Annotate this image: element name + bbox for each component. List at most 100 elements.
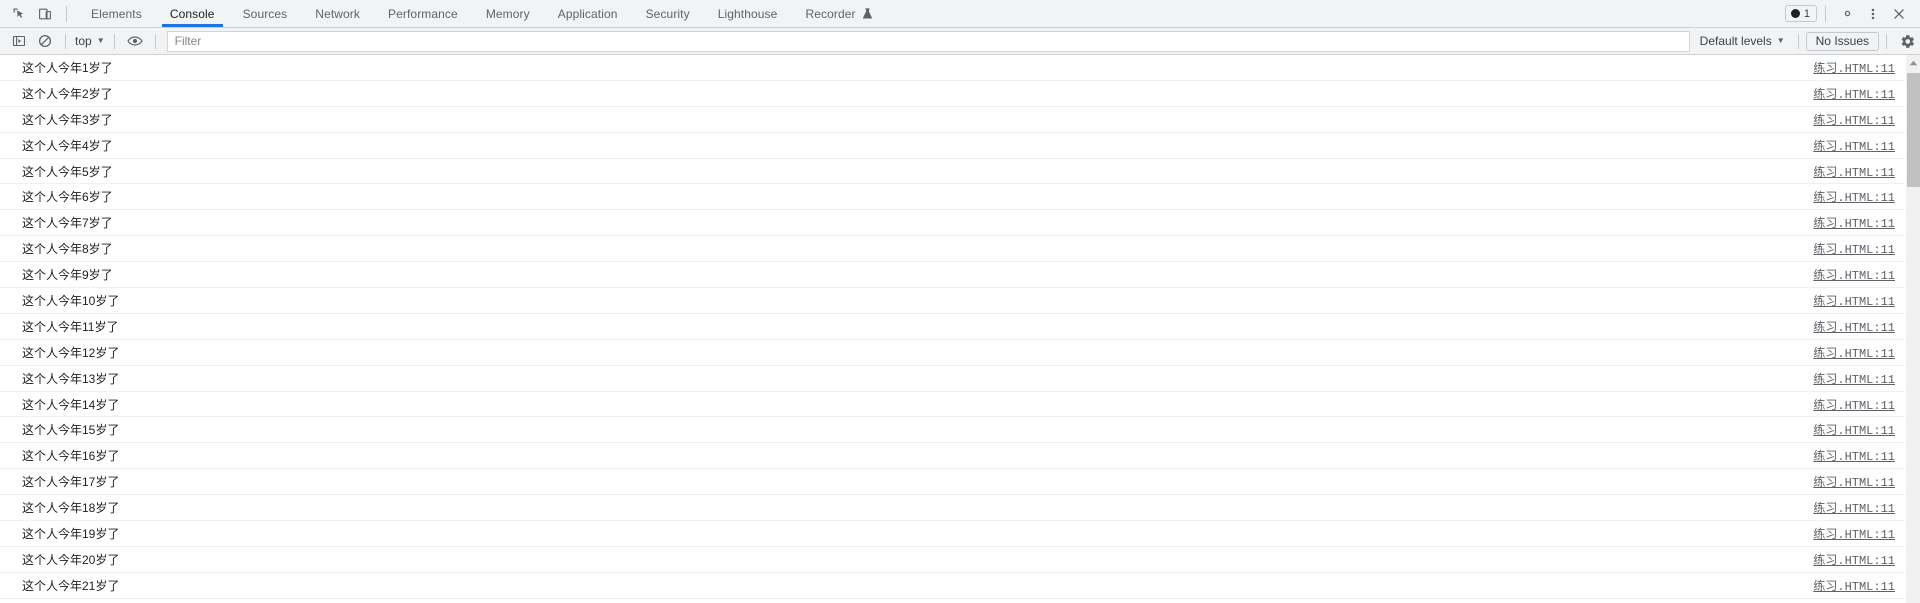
console-sidebar-icon[interactable] <box>6 30 32 52</box>
console-message-source-link[interactable]: 练习.HTML:11 <box>1813 163 1895 180</box>
console-message-source-link[interactable]: 练习.HTML:11 <box>1813 59 1895 76</box>
console-message-source-link[interactable]: 练习.HTML:11 <box>1813 111 1895 128</box>
console-message-source-link[interactable]: 练习.HTML:11 <box>1813 525 1895 542</box>
console-message-source-link[interactable]: 练习.HTML:11 <box>1813 292 1895 309</box>
console-message-row: 这个人今年3岁了 练习.HTML:11 <box>0 107 1905 133</box>
console-message-source-link[interactable]: 练习.HTML:11 <box>1813 473 1895 490</box>
tabbar-right-controls: 1 <box>1784 0 1920 27</box>
panel-tabs: Elements Console Sources Network Perform… <box>77 0 887 27</box>
tab-elements[interactable]: Elements <box>77 0 156 27</box>
console-settings-gear-icon[interactable] <box>1894 30 1920 52</box>
filter-field-wrapper[interactable] <box>166 30 1690 52</box>
console-message-row: 这个人今年14岁了 练习.HTML:11 <box>0 392 1905 418</box>
console-toolbar: top ▼ Default levels ▼ No Issues <box>0 28 1920 55</box>
console-message-row: 这个人今年1岁了 练习.HTML:11 <box>0 55 1905 81</box>
chevron-down-icon: ▼ <box>1776 36 1785 45</box>
filter-input[interactable] <box>167 31 1689 51</box>
tabbar-divider <box>66 5 67 22</box>
issues-count-badge[interactable]: 1 <box>1784 5 1817 22</box>
console-message-source-link[interactable]: 练习.HTML:11 <box>1813 85 1895 102</box>
console-message-source-link[interactable]: 练习.HTML:11 <box>1813 344 1895 361</box>
scroll-up-arrow-icon[interactable] <box>1906 55 1920 71</box>
issues-count-label: 1 <box>1803 7 1810 20</box>
issue-dot-icon <box>1790 9 1800 18</box>
console-message-source-link[interactable]: 练习.HTML:11 <box>1813 499 1895 516</box>
tab-lighthouse[interactable]: Lighthouse <box>704 0 792 27</box>
tab-sources-label: Sources <box>242 6 288 21</box>
console-message-text: 这个人今年20岁了 <box>22 552 120 567</box>
tab-performance[interactable]: Performance <box>374 0 472 27</box>
console-message-area: 这个人今年1岁了 练习.HTML:11 这个人今年2岁了 练习.HTML:11 这个人今… <box>0 55 1920 603</box>
console-message-text: 这个人今年15岁了 <box>22 423 120 438</box>
execution-context-selector[interactable]: top ▼ <box>73 34 107 48</box>
console-message-row: 这个人今年10岁了 练习.HTML:11 <box>0 288 1905 314</box>
tabbar-left-icons <box>0 0 75 27</box>
tab-network[interactable]: Network <box>301 0 374 27</box>
tab-application-label: Application <box>557 6 618 21</box>
tab-recorder[interactable]: Recorder <box>791 0 886 27</box>
console-toolbar-divider-2 <box>113 33 115 49</box>
no-issues-button[interactable]: No Issues <box>1805 31 1879 51</box>
console-message-list: 这个人今年1岁了 练习.HTML:11 这个人今年2岁了 练习.HTML:11 这个人今… <box>0 55 1905 603</box>
console-message-row: 这个人今年8岁了 练习.HTML:11 <box>0 236 1905 263</box>
console-message-row: 这个人今年18岁了 练习.HTML:11 <box>0 495 1905 522</box>
console-message-source-link[interactable]: 练习.HTML:11 <box>1813 447 1895 464</box>
tab-application[interactable]: Application <box>544 0 632 27</box>
console-message-source-link[interactable]: 练习.HTML:11 <box>1813 318 1895 335</box>
console-toolbar-divider-4 <box>1797 33 1799 49</box>
console-message-row: 这个人今年15岁了 练习.HTML:11 <box>0 417 1905 444</box>
console-message-source-link[interactable]: 练习.HTML:11 <box>1813 240 1895 257</box>
console-message-text: 这个人今年21岁了 <box>22 578 120 593</box>
console-message-source-link[interactable]: 练习.HTML:11 <box>1813 266 1895 283</box>
tab-console-label: Console <box>169 6 215 21</box>
console-message-text: 这个人今年5岁了 <box>22 164 113 179</box>
console-message-row: 这个人今年7岁了 练习.HTML:11 <box>0 210 1905 237</box>
inspect-element-icon[interactable] <box>6 1 32 27</box>
gear-icon[interactable] <box>1834 1 1860 27</box>
console-message-source-link[interactable]: 练习.HTML:11 <box>1813 577 1895 594</box>
console-message-row: 这个人今年20岁了 练习.HTML:11 <box>0 547 1905 573</box>
tab-console[interactable]: Console <box>156 0 229 27</box>
devtools-tabbar: Elements Console Sources Network Perform… <box>0 0 1920 28</box>
console-message-row: 这个人今年4岁了 练习.HTML:11 <box>0 133 1905 159</box>
experimental-flask-icon <box>862 7 873 20</box>
tabbar-right-divider <box>1825 5 1826 22</box>
console-message-text: 这个人今年6岁了 <box>22 190 113 205</box>
console-message-source-link[interactable]: 练习.HTML:11 <box>1813 396 1895 413</box>
clear-console-icon[interactable] <box>32 30 58 52</box>
console-message-source-link[interactable]: 练习.HTML:11 <box>1813 551 1895 568</box>
scrollbar-thumb[interactable] <box>1907 73 1920 187</box>
tab-memory-label: Memory <box>485 6 530 21</box>
console-message-row: 这个人今年5岁了 练习.HTML:11 <box>0 159 1905 185</box>
console-message-text: 这个人今年17岁了 <box>22 475 120 490</box>
tab-sources[interactable]: Sources <box>229 0 302 27</box>
console-toolbar-divider-1 <box>65 33 66 49</box>
console-message-row: 这个人今年11岁了 练习.HTML:11 <box>0 314 1905 340</box>
console-message-source-link[interactable]: 练习.HTML:11 <box>1813 421 1895 438</box>
tab-security-label: Security <box>645 6 690 21</box>
tab-elements-label: Elements <box>91 6 142 21</box>
console-message-text: 这个人今年12岁了 <box>22 345 120 360</box>
no-issues-label: No Issues <box>1815 34 1869 48</box>
tab-network-label: Network <box>315 6 361 21</box>
console-message-row: 这个人今年2岁了 练习.HTML:11 <box>0 81 1905 107</box>
live-expression-eye-icon[interactable] <box>122 30 148 52</box>
console-message-source-link[interactable]: 练习.HTML:11 <box>1813 188 1895 205</box>
device-toolbar-icon[interactable] <box>32 1 58 27</box>
console-message-text: 这个人今年18岁了 <box>22 501 120 516</box>
log-levels-selector[interactable]: Default levels ▼ <box>1694 34 1791 48</box>
chevron-down-icon: ▼ <box>96 36 105 45</box>
console-message-source-link[interactable]: 练习.HTML:11 <box>1813 214 1895 231</box>
console-message-text: 这个人今年1岁了 <box>22 60 113 75</box>
console-message-source-link[interactable]: 练习.HTML:11 <box>1813 137 1895 154</box>
console-message-source-link[interactable]: 练习.HTML:11 <box>1813 370 1895 387</box>
console-message-text: 这个人今年13岁了 <box>22 371 120 386</box>
tab-memory[interactable]: Memory <box>472 0 544 27</box>
console-message-row: 这个人今年12岁了 练习.HTML:11 <box>0 340 1905 366</box>
console-message-row: 这个人今年13岁了 练习.HTML:11 <box>0 366 1905 392</box>
console-message-text: 这个人今年7岁了 <box>22 216 113 231</box>
kebab-menu-icon[interactable] <box>1860 1 1886 27</box>
close-icon[interactable] <box>1886 1 1912 27</box>
console-vertical-scrollbar[interactable] <box>1905 55 1920 603</box>
tab-security[interactable]: Security <box>632 0 704 27</box>
